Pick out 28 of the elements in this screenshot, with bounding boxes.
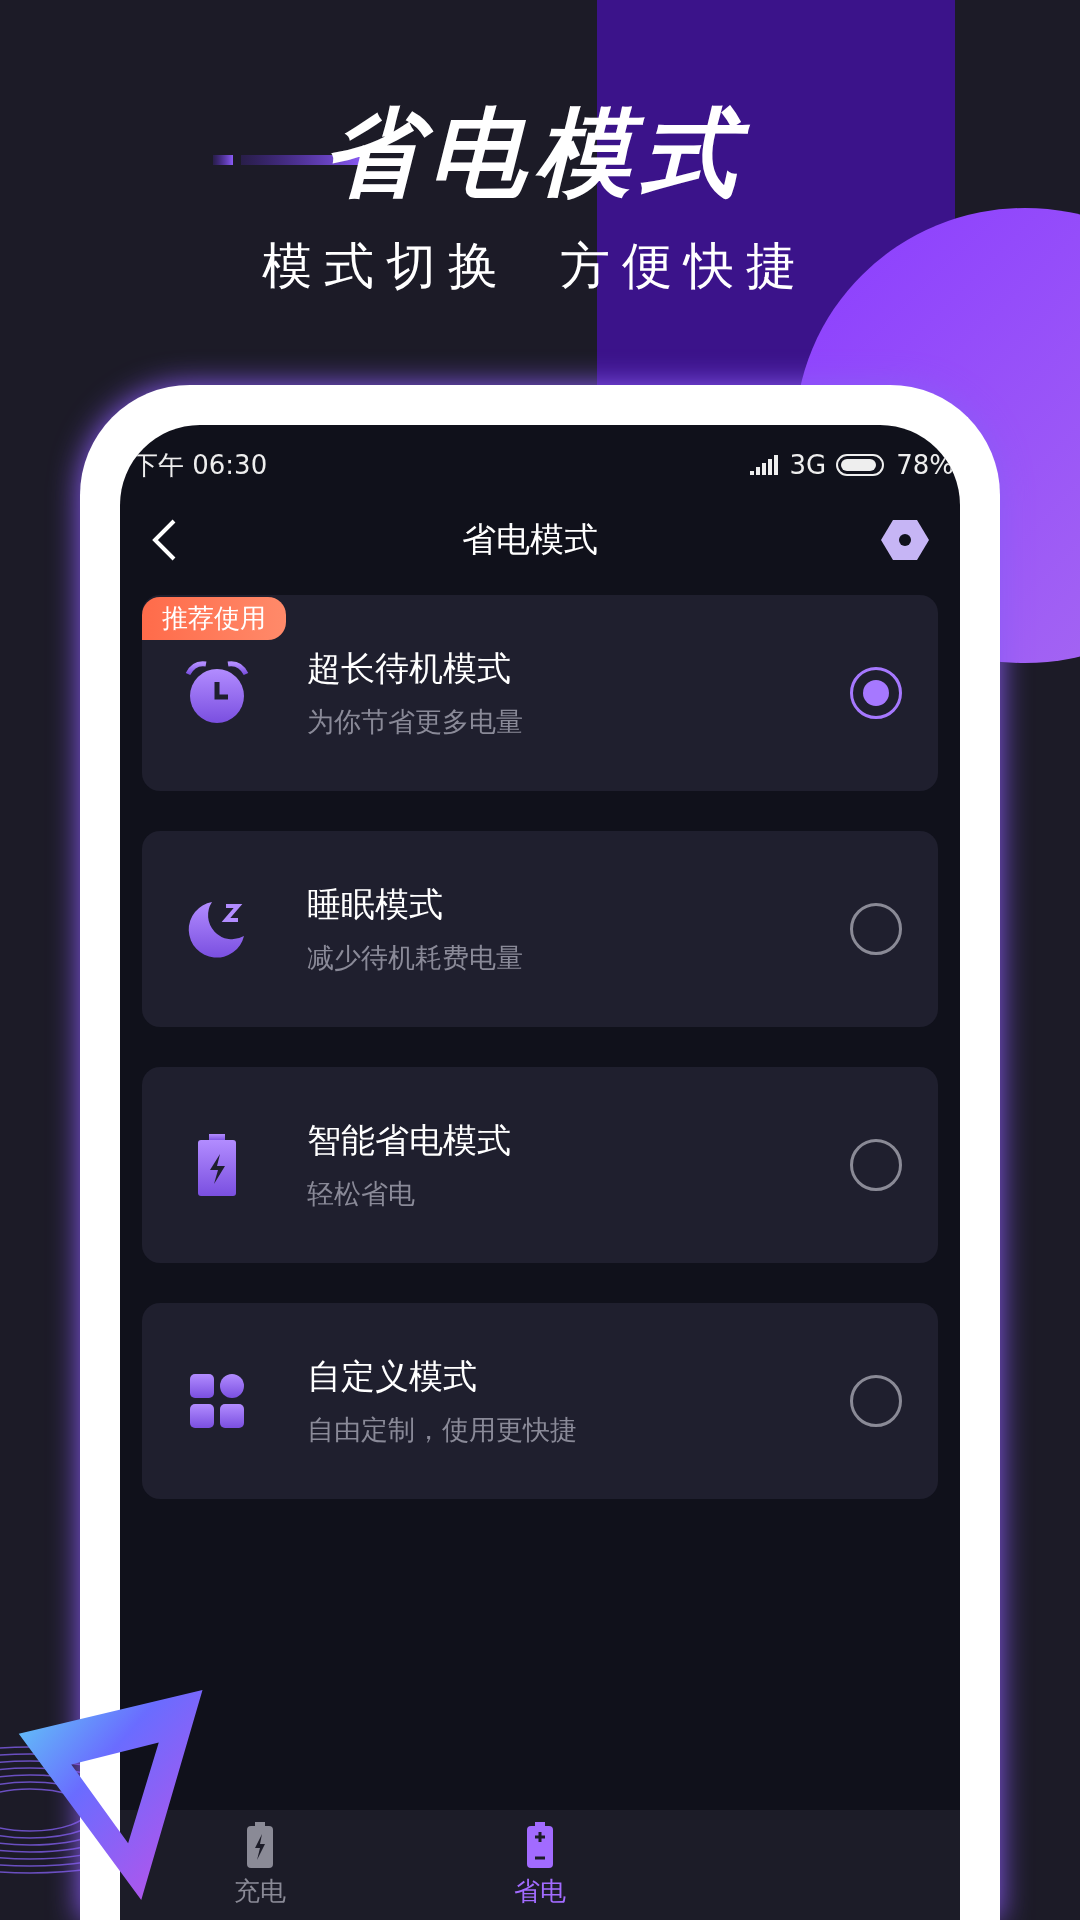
radio-button[interactable] [850,667,902,719]
settings-icon[interactable] [880,518,930,562]
radio-button[interactable] [850,903,902,955]
mode-description: 为你节省更多电量 [307,705,524,739]
promo-subtitle: 模式切换 [262,241,510,291]
battery-icon [525,1821,555,1868]
tab-item[interactable]: 充电 [120,1810,400,1920]
mode-description: 自由定制，使用更快捷 [307,1413,578,1447]
radio-button[interactable] [850,1375,902,1427]
network-label: 3G [789,450,827,480]
signal-icon [749,455,780,475]
mode-card[interactable]: 睡眠模式 减少待机耗费电量 [142,831,938,1027]
mode-title: 睡眠模式 [307,883,444,926]
mode-card[interactable]: 智能省电模式 轻松省电 [142,1067,938,1263]
mode-card[interactable]: 推荐使用 超长待机模式 为你节省更多电量 [142,595,938,791]
recommend-badge: 推荐使用 [142,597,286,640]
mode-title: 超长待机模式 [307,647,512,690]
tab-item[interactable]: 省电 [400,1810,680,1920]
battery-icon [836,454,887,476]
mode-title: 自定义模式 [307,1355,478,1398]
promo-subtitle: 方便快捷 [560,241,808,291]
page-title: 省电模式 [462,518,598,561]
radio-button[interactable] [850,1139,902,1191]
mode-description: 减少待机耗费电量 [307,941,524,975]
mode-title: 智能省电模式 [307,1119,512,1162]
battery-icon [245,1821,275,1868]
mode-description: 轻松省电 [307,1177,416,1211]
mode-card[interactable]: 自定义模式 自由定制，使用更快捷 [142,1303,938,1499]
